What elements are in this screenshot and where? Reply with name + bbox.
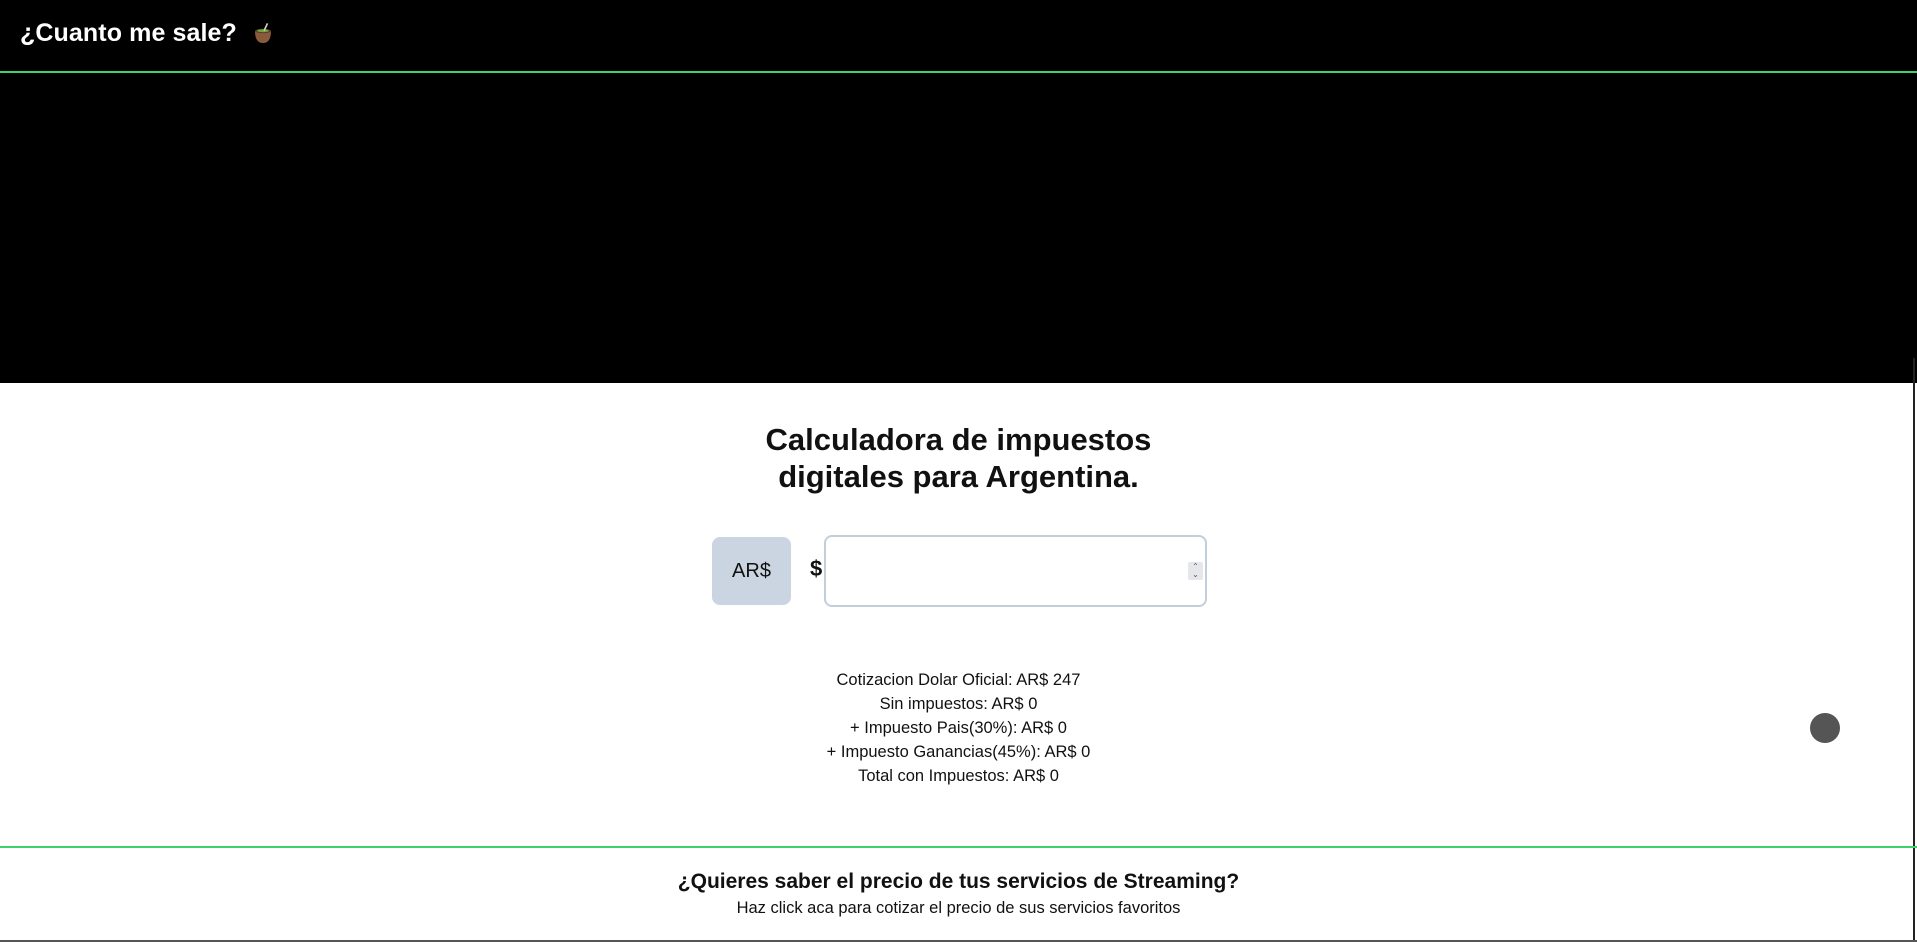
results-list: Cotizacion Dolar Oficial: AR$ 247 Sin im… <box>0 668 1917 788</box>
brand-logo-link[interactable]: ¿Cuanto me sale? <box>20 19 275 48</box>
streaming-cta-title[interactable]: ¿Quieres saber el precio de tus servicio… <box>0 870 1917 894</box>
result-total: Total con Impuestos: AR$ 0 <box>858 767 1059 785</box>
dollar-sign-label: $ <box>810 556 823 581</box>
footer-divider <box>0 846 1917 848</box>
page-title: Calculadora de impuestos digitales para … <box>0 421 1917 495</box>
number-spinner[interactable]: ⌃ ⌄ <box>1188 562 1203 580</box>
spinner-down-icon[interactable]: ⌄ <box>1192 571 1199 579</box>
floating-action-button[interactable] <box>1810 713 1840 743</box>
result-exchange-rate: Cotizacion Dolar Oficial: AR$ 247 <box>836 671 1081 689</box>
result-without-taxes: Sin impuestos: AR$ 0 <box>879 695 1038 713</box>
top-navbar: ¿Cuanto me sale? <box>0 0 1917 73</box>
hero-banner <box>0 73 1917 383</box>
streaming-cta-link[interactable]: Haz click aca para cotizar el precio de … <box>0 899 1917 918</box>
currency-toggle-button[interactable]: AR$ <box>712 537 791 605</box>
page-title-line2: digitales para Argentina. <box>778 459 1139 494</box>
result-ganancias-tax: + Impuesto Ganancias(45%): AR$ 0 <box>826 743 1091 761</box>
brand-title: ¿Cuanto me sale? <box>20 19 237 47</box>
mate-icon <box>251 22 275 46</box>
amount-input[interactable] <box>824 535 1207 607</box>
result-pais-tax: + Impuesto Pais(30%): AR$ 0 <box>850 719 1067 737</box>
page-title-line1: Calculadora de impuestos <box>765 422 1152 457</box>
